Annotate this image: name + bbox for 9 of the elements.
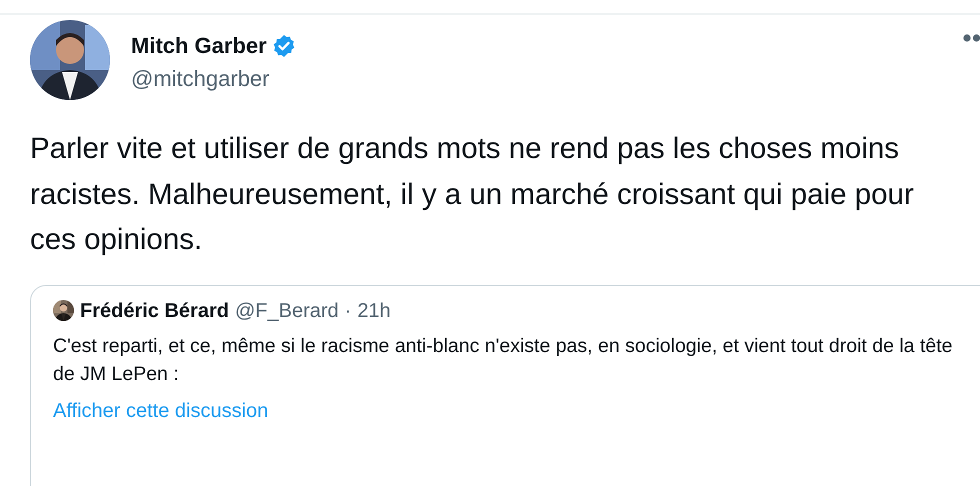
author-name[interactable]: Frédéric Bérard	[80, 298, 229, 324]
author-name[interactable]: Mitch Garber	[131, 32, 267, 60]
author-handle: @mitchgarber	[131, 65, 270, 93]
author-handle: @F_Berard	[234, 298, 339, 324]
quoted-tweet-text: C'est reparti, et ce, même si le racisme anti-blanc n'existe pas, en sociologie, et vient tout droit de la tête de JM LePen :	[53, 334, 954, 386]
more-icon[interactable]	[962, 34, 980, 42]
tweet-time[interactable]: 21h	[357, 298, 391, 324]
separator-dot: ·	[344, 298, 352, 324]
tweet-text: Parler vite et utiliser de grands mots ne rend pas les choses moins racistes. Malheureusement, il y a un marché croissant qui paie pour ces opinions.	[29, 131, 915, 258]
